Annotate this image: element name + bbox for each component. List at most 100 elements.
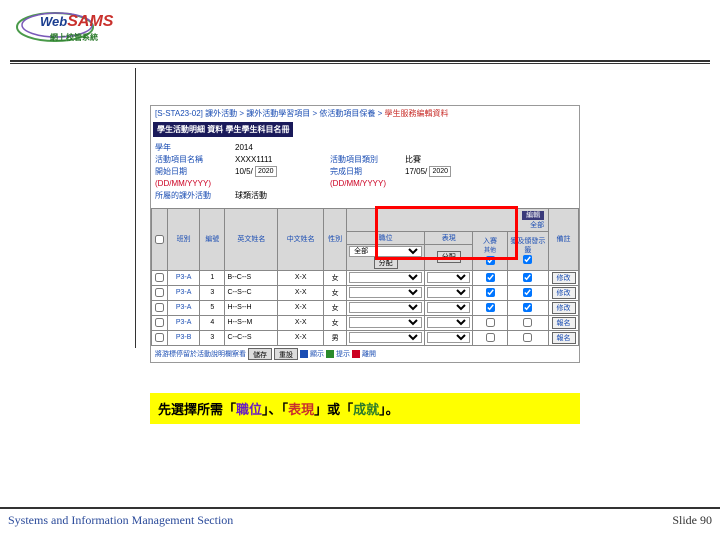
- activity-name-label: 活動項目名稱: [155, 154, 235, 165]
- table-row: P3-A4H--S--MX-X女 報名: [152, 315, 579, 330]
- row-perf-select[interactable]: [427, 317, 470, 328]
- cell-sex: 女: [324, 285, 347, 300]
- row-post-select[interactable]: [349, 317, 422, 328]
- row-out-checkbox[interactable]: [523, 303, 532, 312]
- cell-cnname: X-X: [278, 315, 324, 330]
- row-deg-checkbox[interactable]: [486, 303, 495, 312]
- cell-enname: B--C--S: [225, 270, 278, 285]
- start-date-value: 10/5/2020: [235, 166, 330, 188]
- all-link[interactable]: 全部: [530, 222, 544, 229]
- col-class[interactable]: 班別: [168, 208, 200, 270]
- cell-sex: 女: [324, 300, 347, 315]
- row-perf-select[interactable]: [427, 272, 470, 283]
- logo-text: WebSAMS: [40, 13, 113, 31]
- cell-enname: C--C--S: [225, 330, 278, 345]
- cell-enname: C--S--C: [225, 285, 278, 300]
- table-row: P3-A1B--C--SX-X女 修改: [152, 270, 579, 285]
- cell-class: P3-A: [168, 300, 200, 315]
- sidebar-divider: [135, 68, 136, 348]
- breadcrumb: [S-STA23-02] 課外活動 > 課外活動學習項目 > 依活動項目保養 >…: [151, 106, 579, 121]
- legend-red-icon: [352, 350, 360, 358]
- row-checkbox[interactable]: [155, 273, 164, 282]
- cell-cnname: X-X: [278, 300, 324, 315]
- cell-class: P3-B: [168, 330, 200, 345]
- row-post-select[interactable]: [349, 272, 422, 283]
- col-note[interactable]: 備註: [549, 208, 579, 270]
- row-checkbox[interactable]: [155, 288, 164, 297]
- legend-green-icon: [326, 350, 334, 358]
- row-note-button[interactable]: 修改: [552, 272, 576, 284]
- reset-button[interactable]: 重設: [274, 348, 298, 360]
- row-checkbox[interactable]: [155, 318, 164, 327]
- cell-cnname: X-X: [278, 270, 324, 285]
- category-label: 所屬的課外活動: [155, 190, 235, 201]
- cell-class: P3-A: [168, 270, 200, 285]
- slide-footer: Systems and Information Management Secti…: [0, 507, 720, 532]
- table-row: P3-A3C--S--CX-X女 修改: [152, 285, 579, 300]
- cell-no: 4: [200, 315, 225, 330]
- row-deg-checkbox[interactable]: [486, 288, 495, 297]
- section-header: 學生活動明細 資料 學生學生科目名冊: [153, 122, 293, 137]
- row-post-select[interactable]: [349, 302, 422, 313]
- row-checkbox[interactable]: [155, 333, 164, 342]
- highlight-box-icon: [375, 206, 518, 260]
- legend-blue-icon: [300, 350, 308, 358]
- col-no[interactable]: 編號: [200, 208, 225, 270]
- cell-class: P3-A: [168, 315, 200, 330]
- cell-sex: 男: [324, 330, 347, 345]
- category-value: 球類活動: [235, 190, 330, 201]
- watermark: Web.SAMS: [712, 335, 720, 515]
- start-year-box[interactable]: 2020: [255, 166, 277, 177]
- row-note-button[interactable]: 報名: [552, 317, 576, 329]
- level-value: 2014: [235, 142, 330, 153]
- row-deg-checkbox[interactable]: [486, 333, 495, 342]
- level-label: 學年: [155, 142, 235, 153]
- outside-checkbox[interactable]: [523, 255, 532, 264]
- cell-cnname: X-X: [278, 285, 324, 300]
- save-button[interactable]: 儲存: [248, 348, 272, 360]
- row-note-button[interactable]: 修改: [552, 302, 576, 314]
- row-perf-select[interactable]: [427, 302, 470, 313]
- activity-type-value: 比賽: [405, 154, 485, 165]
- instruction-bar: 先選擇所需「職位」、「表現」或「成就」。: [150, 393, 580, 424]
- col-enname[interactable]: 英文姓名: [225, 208, 278, 270]
- cell-no: 5: [200, 300, 225, 315]
- logo-subtitle: 網上校管系統: [50, 32, 98, 43]
- row-post-select[interactable]: [349, 332, 422, 343]
- row-out-checkbox[interactable]: [523, 333, 532, 342]
- row-out-checkbox[interactable]: [523, 273, 532, 282]
- row-perf-select[interactable]: [427, 287, 470, 298]
- row-perf-select[interactable]: [427, 332, 470, 343]
- row-note-button[interactable]: 修改: [552, 287, 576, 299]
- row-post-select[interactable]: [349, 287, 422, 298]
- cell-cnname: X-X: [278, 330, 324, 345]
- end-date-value: 17/05/2020: [405, 166, 485, 188]
- activity-type-label: 活動項目類別: [330, 154, 405, 165]
- cell-sex: 女: [324, 270, 347, 285]
- row-deg-checkbox[interactable]: [486, 318, 495, 327]
- footer-right: Slide 90: [672, 513, 712, 528]
- end-year-box[interactable]: 2020: [429, 166, 451, 177]
- table-row: P3-B3C--C--SX-X男 報名: [152, 330, 579, 345]
- select-all-checkbox[interactable]: [155, 235, 164, 244]
- row-out-checkbox[interactable]: [523, 318, 532, 327]
- col-sex[interactable]: 性別: [324, 208, 347, 270]
- activity-name-value: XXXX1111: [235, 154, 330, 165]
- cell-no: 3: [200, 285, 225, 300]
- cell-enname: H--S--M: [225, 315, 278, 330]
- cell-class: P3-A: [168, 285, 200, 300]
- cell-no: 1: [200, 270, 225, 285]
- cell-sex: 女: [324, 315, 347, 330]
- row-out-checkbox[interactable]: [523, 288, 532, 297]
- cell-enname: H--S--H: [225, 300, 278, 315]
- row-note-button[interactable]: 報名: [552, 332, 576, 344]
- cell-no: 3: [200, 330, 225, 345]
- end-date-label: 完成日期(DD/MM/YYYY): [330, 166, 405, 188]
- start-date-label: 開始日期(DD/MM/YYYY): [155, 166, 235, 188]
- footer-left: Systems and Information Management Secti…: [8, 513, 233, 528]
- row-deg-checkbox[interactable]: [486, 273, 495, 282]
- col-cnname[interactable]: 中文姓名: [278, 208, 324, 270]
- table-row: P3-A5H--S--HX-X女 修改: [152, 300, 579, 315]
- websams-logo: WebSAMS 網上校管系統: [15, 10, 125, 50]
- row-checkbox[interactable]: [155, 303, 164, 312]
